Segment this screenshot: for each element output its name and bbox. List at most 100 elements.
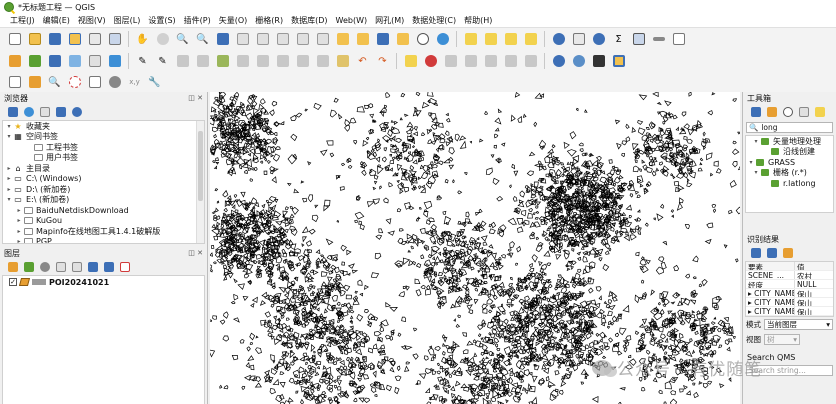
- identify-icon[interactable]: [550, 31, 567, 48]
- measure-icon[interactable]: [650, 31, 667, 48]
- filter-expression-icon[interactable]: [70, 261, 83, 274]
- expand-new-icon[interactable]: [781, 247, 794, 260]
- add-database-icon[interactable]: [86, 53, 103, 70]
- add-polygon-icon[interactable]: [214, 53, 231, 70]
- plugin-globe-icon[interactable]: [550, 53, 567, 70]
- browser-item[interactable]: 用户书签: [3, 153, 204, 164]
- add-wms-icon[interactable]: [106, 53, 123, 70]
- expand-arrow-icon[interactable]: ▸: [15, 238, 23, 243]
- edit-features-inplace-icon[interactable]: [813, 106, 826, 119]
- expand-arrow-icon[interactable]: ▸: [748, 298, 752, 306]
- expand-arrow-icon[interactable]: ▸: [15, 228, 23, 235]
- cut-icon[interactable]: [294, 53, 311, 70]
- refresh-icon[interactable]: [434, 31, 451, 48]
- processing-toolbox-icon[interactable]: [590, 31, 607, 48]
- collapse-all-icon[interactable]: [54, 106, 67, 119]
- toolbox-item[interactable]: ▾ 栅格 (r.*): [746, 168, 833, 179]
- menu-item[interactable]: 栅格(R): [251, 15, 287, 26]
- menu-item[interactable]: 网孔(M): [371, 15, 408, 26]
- browser-item[interactable]: 工程书签: [3, 142, 204, 153]
- menu-item[interactable]: 图层(L): [110, 15, 145, 26]
- paste-icon[interactable]: [334, 53, 351, 70]
- deselect-icon[interactable]: [502, 31, 519, 48]
- redo-icon[interactable]: ↷: [374, 53, 391, 70]
- menu-item[interactable]: Web(W): [332, 16, 372, 25]
- zoom-next-icon[interactable]: [314, 31, 331, 48]
- toolbox-item[interactable]: ▾ 矢量地理处理: [746, 136, 833, 147]
- menu-item[interactable]: 设置(S): [144, 15, 179, 26]
- toolbox-item[interactable]: 沿线创建: [746, 147, 833, 158]
- modify-attributes-icon[interactable]: [254, 53, 271, 70]
- add-raster-icon[interactable]: [66, 53, 83, 70]
- table-row[interactable]: ▸ CITY_NAME 保山: [746, 298, 833, 307]
- plugin-car-icon[interactable]: [590, 53, 607, 70]
- save-edits-icon[interactable]: [174, 53, 191, 70]
- show-bookmarks-icon[interactable]: [394, 31, 411, 48]
- add-vector-icon[interactable]: [46, 53, 63, 70]
- menu-item[interactable]: 数据处理(C): [408, 15, 460, 26]
- zoom-layer-icon[interactable]: [254, 31, 271, 48]
- select-location-icon[interactable]: [522, 31, 539, 48]
- expand-arrow-icon[interactable]: ▸: [15, 217, 23, 224]
- table-row[interactable]: SCENE_... 农村: [746, 271, 833, 280]
- layer-item[interactable]: ✓ POI20241021: [3, 276, 204, 288]
- browser-item[interactable]: ▸ Mapinfo在线地图工具1.4.1破解版: [3, 226, 204, 237]
- expand-arrow-icon[interactable]: ▾: [5, 123, 13, 130]
- map-tips-icon[interactable]: [670, 31, 687, 48]
- table-row[interactable]: ▸ CITY_NAME 保山: [746, 307, 833, 316]
- enable-properties-icon[interactable]: [70, 106, 83, 119]
- panel-float-close-icon[interactable]: ◫ ✕: [188, 94, 203, 102]
- toolbox-item[interactable]: ▾ GRASS: [746, 157, 833, 168]
- filter-legend-icon[interactable]: [54, 261, 67, 274]
- refresh-browser-icon[interactable]: [22, 106, 35, 119]
- plugin-search-icon[interactable]: [570, 53, 587, 70]
- label-move-icon[interactable]: [442, 53, 459, 70]
- zoom-last-icon[interactable]: [294, 31, 311, 48]
- panel-float-close-icon[interactable]: ◫ ✕: [188, 249, 203, 257]
- expand-arrow-icon[interactable]: ▾: [752, 169, 760, 176]
- expand-arrow-icon[interactable]: ▾: [5, 196, 13, 203]
- zoom-native-icon[interactable]: [274, 31, 291, 48]
- zoom-out-icon[interactable]: 🔍: [194, 31, 211, 48]
- label-change-icon[interactable]: [482, 53, 499, 70]
- toggle-editing-icon[interactable]: ✎: [154, 53, 171, 70]
- layer-visibility-checkbox[interactable]: ✓: [9, 278, 17, 286]
- table-row[interactable]: 经度 NULL: [746, 280, 833, 289]
- attribute-table-icon[interactable]: [630, 31, 647, 48]
- shape-digitize-icon[interactable]: [6, 74, 23, 91]
- expand-arrow-icon[interactable]: ▾: [747, 159, 755, 166]
- save-project-icon[interactable]: [46, 31, 63, 48]
- print-layout-icon[interactable]: [86, 31, 103, 48]
- zoom-selection-icon[interactable]: [234, 31, 251, 48]
- menu-item[interactable]: 视图(V): [74, 15, 110, 26]
- globe-icon[interactable]: [106, 74, 123, 91]
- menu-item[interactable]: 数据库(D): [287, 15, 331, 26]
- new-project-icon[interactable]: [6, 31, 23, 48]
- remove-layer-icon[interactable]: [118, 261, 131, 274]
- add-selected-layers-icon[interactable]: [6, 106, 19, 119]
- browser-item[interactable]: ▸ ▭ D:\ (新加卷): [3, 184, 204, 195]
- digitize-line-icon[interactable]: [194, 53, 211, 70]
- history-icon[interactable]: [781, 106, 794, 119]
- models-icon[interactable]: [749, 106, 762, 119]
- expand-arrow-icon[interactable]: ▸: [5, 175, 13, 182]
- open-project-icon[interactable]: [26, 31, 43, 48]
- style-manager-icon[interactable]: [6, 261, 19, 274]
- browser-item[interactable]: ▸ KuGou: [3, 216, 204, 227]
- pan-to-selection-icon[interactable]: [154, 31, 171, 48]
- browser-item[interactable]: ▸ ▭ C:\ (Windows): [3, 174, 204, 185]
- add-group-icon[interactable]: [22, 261, 35, 274]
- field-calculator-icon[interactable]: [570, 31, 587, 48]
- menu-item[interactable]: 编辑(E): [39, 15, 74, 26]
- new-3d-view-icon[interactable]: [354, 31, 371, 48]
- coordinate-icon[interactable]: x,y: [126, 74, 143, 91]
- expand-arrow-icon[interactable]: ▸: [748, 307, 752, 315]
- zoom-in-icon[interactable]: 🔍: [174, 31, 191, 48]
- collapse-tree-icon[interactable]: [765, 247, 778, 260]
- filter-browser-icon[interactable]: [38, 106, 51, 119]
- edit-pencil-icon[interactable]: ✎: [134, 53, 151, 70]
- browser-item[interactable]: ▾ ★ 收藏夹: [3, 121, 204, 132]
- expand-arrow-icon[interactable]: ▾: [752, 138, 760, 145]
- expand-all-icon[interactable]: [86, 261, 99, 274]
- annotation-icon[interactable]: [26, 74, 43, 91]
